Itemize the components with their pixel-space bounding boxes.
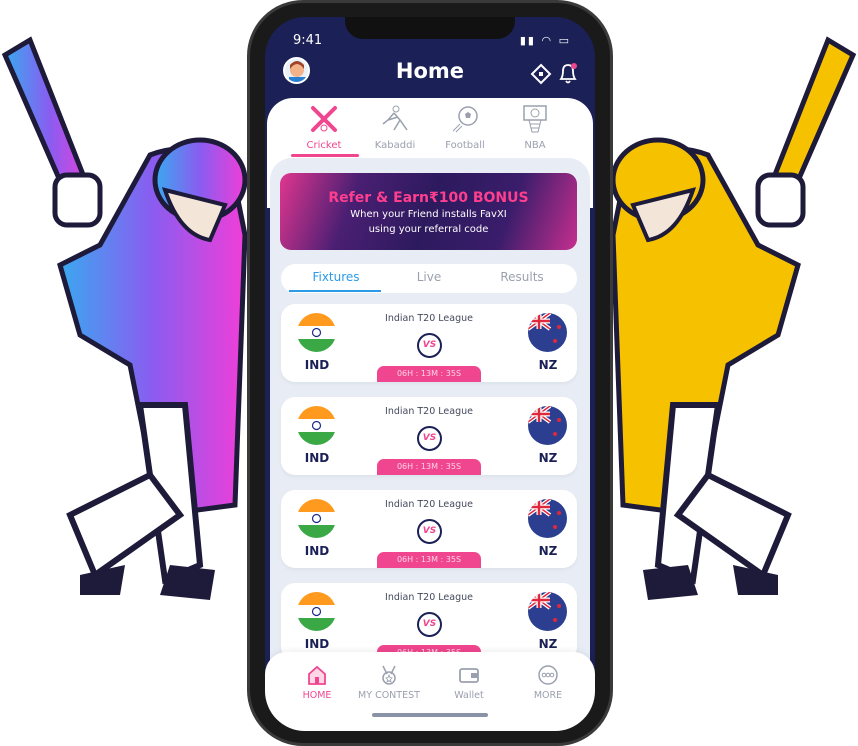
flag-new-zealand (528, 592, 567, 631)
tab-football[interactable]: Football (430, 104, 500, 151)
vs-badge: VS (417, 519, 442, 544)
status-icons: ▮▮ ◠ ▭ (520, 34, 571, 47)
banner-line2: using your referral code (368, 224, 489, 235)
nav-more[interactable]: MORE (508, 664, 588, 701)
banner-line1: When your Friend installs FavXI (350, 209, 507, 220)
fixture-tabs: Fixtures Live Results (281, 264, 577, 293)
bottom-nav: HOME MY CONTEST Wallet MORE (265, 652, 595, 731)
match-card[interactable]: IND Indian T20 League VS 06H : 13M : 35S… (281, 397, 577, 475)
tab-fixtures[interactable]: Fixtures (287, 270, 385, 284)
basketball-icon (523, 105, 547, 133)
countdown-timer: 06H : 13M : 35S (377, 366, 481, 382)
tab-kabaddi[interactable]: Kabaddi (360, 104, 430, 151)
cricketer-illustration-left (1, 36, 248, 600)
flag-new-zealand (528, 499, 567, 538)
active-sport-indicator (291, 154, 359, 157)
vs-badge: VS (417, 612, 442, 637)
status-time: 9:41 (293, 33, 323, 48)
flag-new-zealand (528, 406, 567, 445)
wifi-icon: ◠ (541, 34, 554, 47)
away-team: NZ (538, 637, 558, 651)
cricket-icon (311, 106, 337, 132)
nav-wallet[interactable]: Wallet (429, 664, 509, 701)
tab-results[interactable]: Results (473, 270, 571, 284)
bell-icon[interactable] (557, 61, 579, 85)
tab-live[interactable]: Live (380, 270, 478, 284)
countdown-timer: 06H : 13M : 35S (377, 552, 481, 568)
signal-icon: ▮▮ (519, 34, 536, 47)
active-tab-indicator (289, 290, 381, 292)
vs-badge: VS (417, 333, 442, 358)
kabaddi-icon (382, 105, 408, 131)
nav-my-contest[interactable]: MY CONTEST (349, 664, 429, 701)
home-icon (308, 665, 326, 685)
home-team: IND (304, 544, 330, 558)
home-team: IND (304, 358, 330, 372)
ticket-icon[interactable] (530, 63, 552, 85)
home-team: IND (304, 451, 330, 465)
match-card[interactable]: IND Indian T20 League VS 06H : 13M : 35S… (281, 583, 577, 661)
match-card[interactable]: IND Indian T20 League VS 06H : 13M : 35S… (281, 490, 577, 568)
battery-icon: ▭ (558, 34, 571, 47)
referral-banner[interactable]: Refer & Earn₹100 BONUS When your Friend … (280, 173, 577, 250)
match-card[interactable]: IND Indian T20 League VS 06H : 13M : 35S… (281, 304, 577, 382)
football-icon (452, 106, 478, 133)
vs-badge: VS (417, 426, 442, 451)
banner-title: Refer & Earn₹100 BONUS (328, 190, 529, 206)
more-icon (538, 665, 558, 685)
tab-cricket[interactable]: Cricket (289, 104, 359, 151)
flag-new-zealand (528, 313, 567, 352)
medal-icon (382, 665, 396, 685)
countdown-timer: 06H : 13M : 35S (377, 459, 481, 475)
away-team: NZ (538, 358, 558, 372)
cricketer-illustration-right (610, 36, 857, 600)
tab-nba[interactable]: NBA (500, 104, 570, 151)
notch (345, 17, 515, 39)
home-indicator (372, 713, 488, 717)
away-team: NZ (538, 544, 558, 558)
wallet-icon (459, 668, 479, 683)
nav-home[interactable]: HOME (277, 664, 357, 701)
away-team: NZ (538, 451, 558, 465)
phone-screen: 9:41 ▮▮ ◠ ▭ Home Cricket Kabaddi Footbal… (265, 17, 595, 731)
home-team: IND (304, 637, 330, 651)
